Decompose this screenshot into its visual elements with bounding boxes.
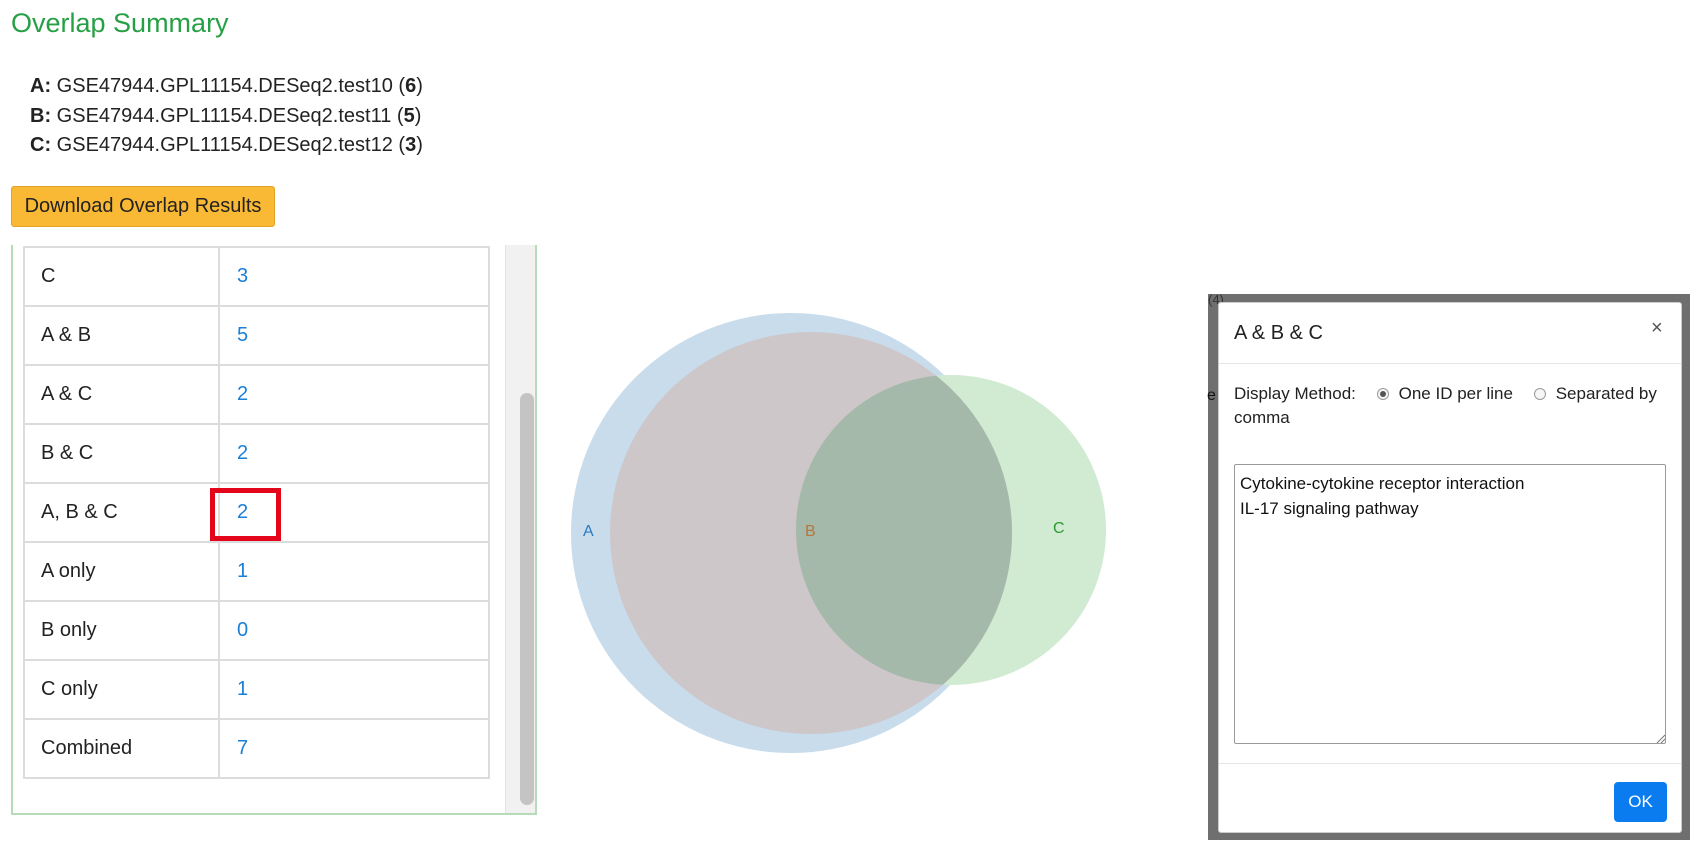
row-label: A & B bbox=[23, 305, 220, 366]
dialog-header-divider bbox=[1219, 363, 1681, 364]
row-count-link[interactable]: 1 bbox=[218, 541, 490, 602]
dataset-a-letter: A: bbox=[30, 75, 52, 97]
display-method-label: Display Method: bbox=[1234, 384, 1356, 403]
dataset-a-name: GSE47944.GPL11154.DESeq2.test10 bbox=[56, 75, 393, 97]
option-two-label[interactable]: Separated by bbox=[1556, 384, 1657, 403]
selection-highlight-box bbox=[210, 488, 281, 541]
table-row: Combined 7 bbox=[23, 718, 490, 779]
ok-button[interactable]: OK bbox=[1614, 782, 1667, 822]
row-count-link[interactable]: 2 bbox=[218, 423, 490, 484]
table-row: A only 1 bbox=[23, 541, 490, 602]
dialog-footer-divider bbox=[1219, 763, 1681, 764]
venn-label-c: C bbox=[1053, 520, 1065, 537]
dataset-c-letter: C: bbox=[30, 134, 52, 156]
row-label: Combined bbox=[23, 718, 220, 779]
table-row: C 3 bbox=[23, 246, 490, 307]
row-label: A & C bbox=[23, 364, 220, 425]
dataset-c: C: GSE47944.GPL11154.DESeq2.test12 (3) bbox=[30, 134, 423, 156]
overlap-ids-dialog: A & B & C × Display Method: One ID per l… bbox=[1218, 302, 1682, 833]
page-title: Overlap Summary bbox=[11, 8, 229, 38]
dataset-b: B: GSE47944.GPL11154.DESeq2.test11 (5) bbox=[30, 104, 422, 127]
download-overlap-results-button[interactable]: Download Overlap Results bbox=[11, 186, 275, 227]
row-count-link[interactable]: 1 bbox=[218, 659, 490, 720]
radio-one-id-per-line[interactable] bbox=[1376, 388, 1389, 400]
row-label: B only bbox=[23, 600, 220, 661]
row-label: C only bbox=[23, 659, 220, 720]
venn-diagram: A B C bbox=[571, 313, 1106, 753]
dataset-b-letter: B: bbox=[30, 104, 52, 127]
dialog-title: A & B & C bbox=[1234, 322, 1323, 344]
row-count-link[interactable]: 5 bbox=[218, 305, 490, 366]
table-row: B only 0 bbox=[23, 600, 490, 661]
row-label: A, B & C bbox=[23, 482, 220, 543]
resize-grip-icon[interactable] bbox=[1656, 734, 1665, 743]
table-row: C only 1 bbox=[23, 659, 490, 720]
row-count-link[interactable]: 0 bbox=[218, 600, 490, 661]
dataset-c-name: GSE47944.GPL11154.DESeq2.test12 bbox=[56, 134, 393, 156]
radio-separated-by-comma[interactable] bbox=[1533, 388, 1546, 400]
option-one-label[interactable]: One ID per line bbox=[1399, 384, 1513, 403]
ids-textarea[interactable]: Cytokine-cytokine receptor interaction I… bbox=[1234, 464, 1666, 744]
scrollbar-thumb[interactable] bbox=[520, 393, 534, 805]
option-two-label-wrap[interactable]: comma bbox=[1234, 408, 1290, 427]
row-count-link[interactable]: 2 bbox=[218, 364, 490, 425]
table-row: B & C 2 bbox=[23, 423, 490, 484]
dataset-b-name: GSE47944.GPL11154.DESeq2.test11 bbox=[56, 104, 392, 127]
dataset-a-count: 6 bbox=[405, 75, 417, 97]
row-label: B & C bbox=[23, 423, 220, 484]
row-count-link[interactable]: 7 bbox=[218, 718, 490, 779]
table-row: A & B 5 bbox=[23, 305, 490, 366]
close-icon[interactable]: × bbox=[1651, 317, 1663, 340]
dataset-list: A: GSE47944.GPL11154.DESeq2.test10 (6) B… bbox=[30, 72, 423, 161]
row-label: C bbox=[23, 246, 220, 307]
dataset-b-count: 5 bbox=[403, 104, 415, 127]
venn-label-a: A bbox=[583, 523, 594, 540]
row-count-link[interactable]: 3 bbox=[218, 246, 490, 307]
venn-label-b: B bbox=[805, 523, 816, 540]
modal-side-mark: e bbox=[1207, 387, 1216, 404]
row-label: A only bbox=[23, 541, 220, 602]
display-method-row: Display Method: One ID per line Separate… bbox=[1234, 382, 1674, 430]
table-row: A & C 2 bbox=[23, 364, 490, 425]
dataset-c-count: 3 bbox=[405, 134, 417, 156]
dataset-a: A: GSE47944.GPL11154.DESeq2.test10 (6) bbox=[30, 75, 423, 97]
